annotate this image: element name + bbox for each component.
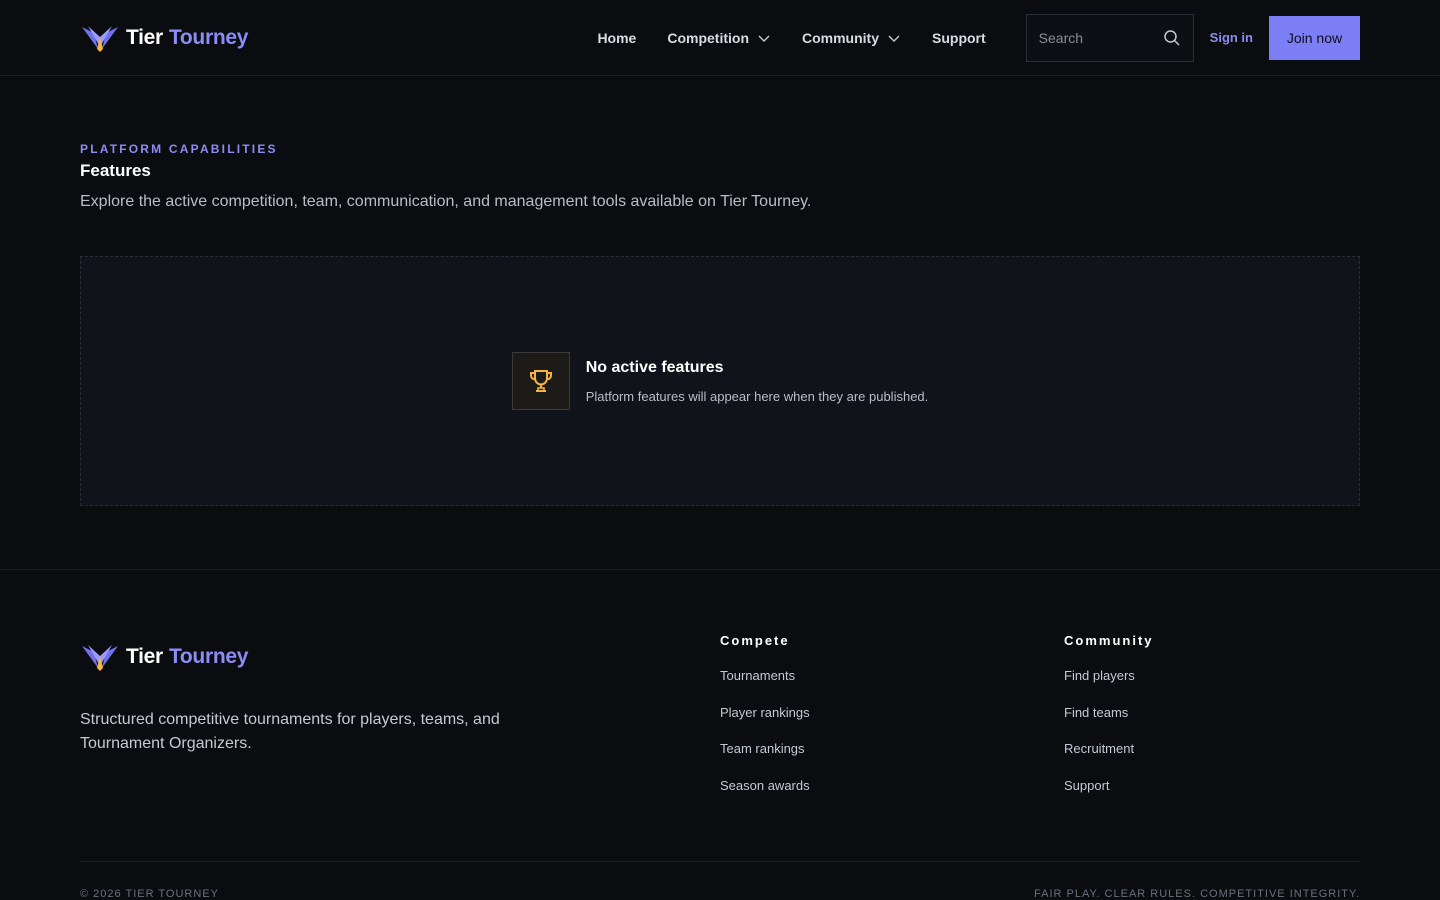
page-title: Features	[80, 161, 151, 180]
nav-item-support[interactable]: Support	[932, 30, 986, 46]
footer-brand-logo-link[interactable]: Tier Tourney	[80, 642, 248, 672]
copyright-text: © 2026 TIER TOURNEY	[80, 888, 219, 900]
footer-link-list: Find players Find teams Recruitment Supp…	[1064, 668, 1154, 814]
footer-link-player-rankings[interactable]: Player rankings	[720, 705, 810, 742]
footer-link-support[interactable]: Support	[1064, 778, 1154, 815]
footer-bottom-bar: © 2026 TIER TOURNEY FAIR PLAY. CLEAR RUL…	[80, 861, 1360, 900]
footer-link-recruitment[interactable]: Recruitment	[1064, 741, 1154, 778]
main-content: PLATFORM CAPABILITIES Features Explore t…	[0, 76, 1440, 506]
brand-name-tier: Tier	[126, 25, 163, 49]
nav-item-label: Competition	[667, 29, 749, 46]
search-box	[1025, 13, 1194, 62]
footer-link-find-players[interactable]: Find players	[1064, 668, 1154, 705]
join-now-button[interactable]: Join now	[1269, 15, 1360, 60]
trophy-badge	[511, 352, 570, 410]
footer-link-team-rankings[interactable]: Team rankings	[720, 741, 810, 778]
footer-column-title: Community	[1064, 633, 1154, 648]
nav-item-community[interactable]: Community	[802, 30, 901, 46]
features-empty-panel: No active features Platform features wil…	[80, 256, 1360, 506]
footer-tagline: Structured competitive tournaments for p…	[80, 711, 500, 752]
chevron-down-icon	[888, 35, 900, 42]
section-eyebrow: PLATFORM CAPABILITIES	[80, 142, 278, 156]
footer-motto: FAIR PLAY. CLEAR RULES. COMPETITIVE INTE…	[1034, 888, 1360, 900]
search-input[interactable]	[1038, 29, 1163, 46]
footer-column-community: Community Find players Find teams Recrui…	[1064, 633, 1154, 814]
footer-column-title: Compete	[720, 633, 790, 648]
sign-in-link[interactable]: Sign in	[1210, 30, 1253, 45]
footer-column-compete: Compete Tournaments Player rankings Team…	[720, 633, 810, 814]
brand-name-tourney: Tourney	[168, 25, 249, 49]
empty-state-description: Platform features will appear here when …	[585, 388, 929, 404]
footer-link-find-teams[interactable]: Find teams	[1064, 705, 1154, 742]
chevron-down-icon	[758, 35, 770, 42]
site-header: Tier Tourney Home Competition Community …	[0, 0, 1440, 76]
nav-item-label: Support	[932, 29, 986, 46]
main-nav: Home Competition Community Support	[597, 30, 985, 46]
empty-state: No active features Platform features wil…	[511, 352, 929, 410]
footer-link-list: Tournaments Player rankings Team ranking…	[720, 668, 810, 814]
search-icon[interactable]	[1163, 29, 1181, 47]
brand-logo-link[interactable]: Tier Tourney	[80, 23, 248, 53]
nav-item-home[interactable]: Home	[597, 30, 636, 46]
page-description: Explore the active competition, team, co…	[80, 193, 812, 210]
nav-item-competition[interactable]: Competition	[667, 30, 771, 46]
brand-name-tier: Tier	[126, 645, 163, 668]
empty-state-title: No active features	[585, 358, 724, 376]
nav-item-label: Community	[802, 29, 879, 46]
nav-item-label: Home	[597, 29, 637, 46]
empty-state-text: No active features Platform features wil…	[586, 359, 929, 404]
trophy-icon	[529, 370, 552, 392]
wing-logo-icon	[82, 645, 118, 671]
footer-link-season-awards[interactable]: Season awards	[720, 778, 810, 815]
footer-link-tournaments[interactable]: Tournaments	[720, 668, 810, 705]
wing-logo-icon	[82, 25, 118, 52]
site-footer: Tier Tourney Structured competitive tour…	[0, 569, 1440, 900]
brand-name-tourney: Tourney	[168, 645, 249, 668]
